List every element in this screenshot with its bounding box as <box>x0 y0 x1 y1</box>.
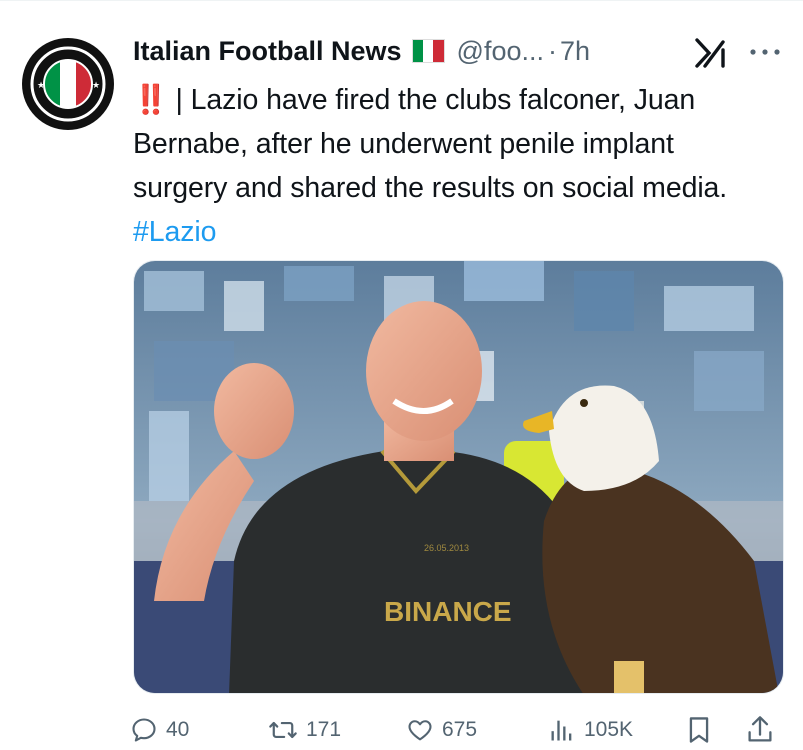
double-exclamation-emoji: ‼️ <box>133 84 168 116</box>
tweet-body: | Lazio have fired the clubs falconer, J… <box>133 84 728 204</box>
share-icon <box>748 716 772 742</box>
bookmark-icon <box>689 717 709 743</box>
views-button[interactable]: 105K <box>548 712 633 748</box>
svg-text:★: ★ <box>37 81 45 91</box>
avatar-logo: ★ ★ <box>23 39 113 129</box>
like-button[interactable]: 675 <box>406 712 477 748</box>
author-handle[interactable]: @foo... <box>457 36 544 67</box>
action-bar: 40 171 675 105K <box>130 712 790 748</box>
reply-icon <box>132 718 156 742</box>
reply-button[interactable]: 40 <box>130 712 189 748</box>
photo-scene: BINANCE 26.05.2013 <box>134 261 783 693</box>
grok-icon[interactable] <box>693 36 729 70</box>
author-name[interactable]: Italian Football News <box>133 36 402 67</box>
views-icon <box>551 720 572 741</box>
bookmark-button[interactable] <box>686 712 720 748</box>
retweet-button[interactable]: 171 <box>268 712 341 748</box>
reply-count: 40 <box>166 718 190 741</box>
shirt-date: 26.05.2013 <box>424 543 469 553</box>
shirt-sponsor: BINANCE <box>384 596 512 627</box>
like-icon <box>408 720 432 741</box>
tweet-text: ‼️ | Lazio have fired the clubs falconer,… <box>133 78 773 254</box>
top-divider <box>0 0 803 1</box>
share-button[interactable] <box>746 712 782 748</box>
avatar[interactable]: ★ ★ <box>22 38 114 130</box>
views-count: 105K <box>584 718 634 741</box>
timestamp[interactable]: 7h <box>560 36 590 67</box>
svg-text:★: ★ <box>92 81 100 91</box>
tweet-photo[interactable]: BINANCE 26.05.2013 <box>133 260 784 694</box>
tweet-header: Italian Football News @foo... · 7h <box>133 32 590 70</box>
like-count: 675 <box>442 718 478 741</box>
more-icon[interactable] <box>748 46 782 58</box>
hashtag-link[interactable]: #Lazio <box>133 216 216 248</box>
retweet-count: 171 <box>306 718 342 741</box>
retweet-icon <box>269 721 297 739</box>
separator: · <box>548 35 557 66</box>
italy-flag-icon <box>411 39 445 63</box>
